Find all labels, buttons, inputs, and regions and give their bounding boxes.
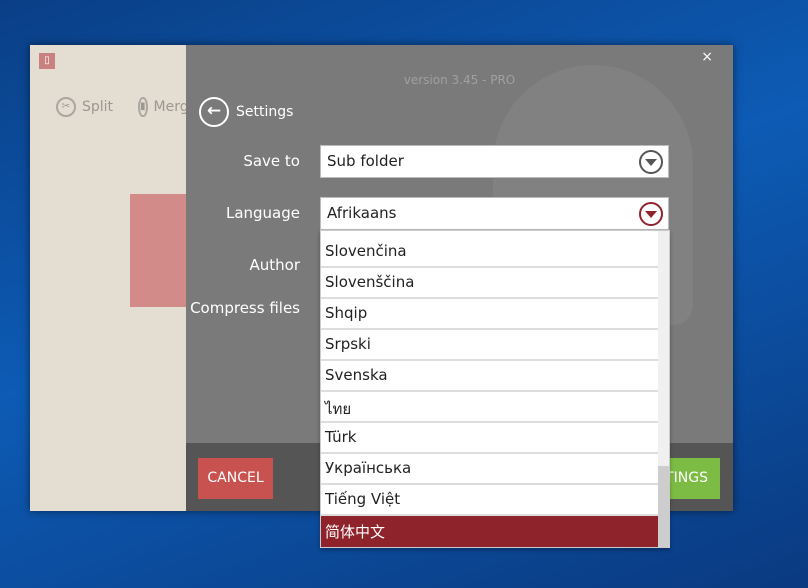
- language-dropdown-list: Slovenčina Slovenščina Shqip Srpski Sven…: [320, 230, 670, 548]
- save-settings-button[interactable]: TINGS: [662, 458, 720, 499]
- split-pdf-icon: [130, 194, 190, 307]
- list-item[interactable]: Українська: [321, 454, 659, 485]
- list-item[interactable]: Tiếng Việt: [321, 485, 659, 516]
- merge-label: Merge: [153, 99, 186, 115]
- scrollbar[interactable]: [658, 231, 669, 547]
- author-label: Author: [249, 256, 300, 274]
- language-value: Afrikaans: [327, 204, 397, 222]
- list-item[interactable]: Svenska: [321, 361, 659, 392]
- scrollbar-thumb[interactable]: [658, 466, 669, 547]
- settings-title: Settings: [236, 104, 294, 120]
- language-label: Language: [225, 204, 300, 222]
- list-item-selected[interactable]: 简体中文: [321, 516, 659, 547]
- save-to-value: Sub folder: [327, 152, 404, 170]
- back-arrow-icon[interactable]: ←: [199, 97, 229, 127]
- save-to-select[interactable]: Sub folder: [320, 145, 669, 178]
- app-logo-icon: ▯: [39, 53, 55, 69]
- chevron-down-icon: [639, 150, 663, 174]
- list-item[interactable]: Slovenščina: [321, 268, 659, 299]
- chevron-down-icon: [639, 202, 663, 226]
- list-item[interactable]: Srpski: [321, 330, 659, 361]
- merge-tool[interactable]: ▮ Merge: [138, 97, 186, 117]
- compress-label: Compress files: [190, 299, 300, 317]
- language-select[interactable]: Afrikaans: [320, 197, 669, 230]
- split-tool[interactable]: ✂ Split: [56, 97, 113, 117]
- split-label: Split: [82, 99, 114, 115]
- list-item[interactable]: Türk: [321, 423, 659, 454]
- save-to-label: Save to: [243, 152, 300, 170]
- list-item[interactable]: Shqip: [321, 299, 659, 330]
- list-item[interactable]: ไทย: [321, 392, 659, 423]
- close-button[interactable]: ×: [701, 49, 713, 65]
- cancel-button[interactable]: CANCEL: [198, 458, 273, 499]
- document-icon: ▮: [138, 97, 148, 117]
- scissors-icon: ✂: [56, 97, 76, 117]
- version-text: version 3.45 - PRO: [403, 73, 516, 87]
- list-item[interactable]: Slovenčina: [321, 237, 659, 268]
